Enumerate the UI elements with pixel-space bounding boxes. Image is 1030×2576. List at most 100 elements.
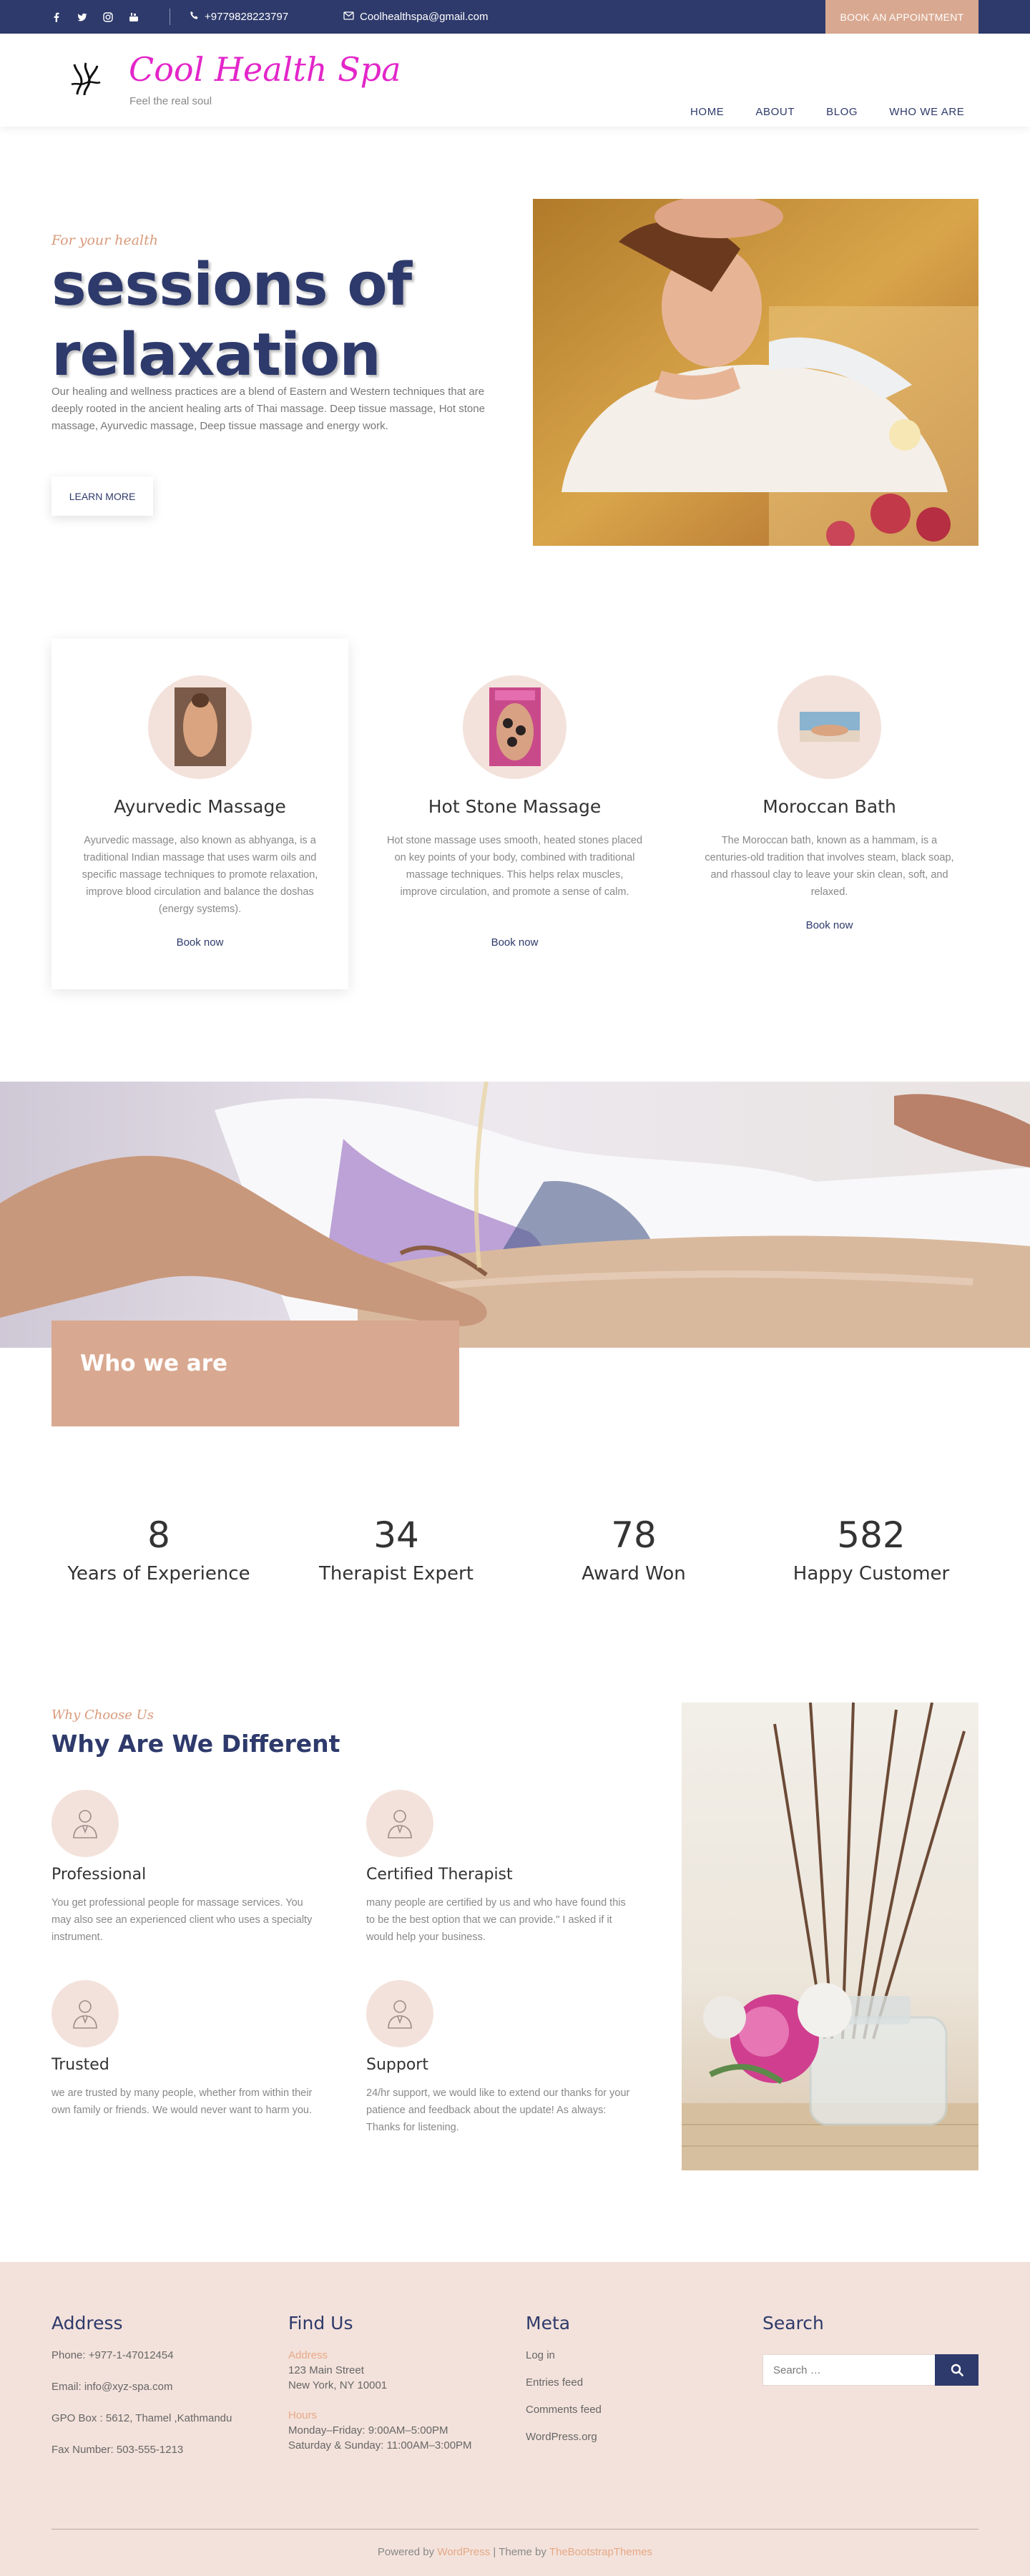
top-bar: +9779828223797 Coolhealthspa@gmail.com B… [0,0,1030,34]
stat-label: Happy Customer [793,1563,950,1585]
ayurvedic-massage-image [175,687,226,766]
reed-diffuser-image [682,1703,978,2170]
who-we-are-heading: Who we are [80,1351,228,1376]
hero-image [533,199,978,546]
copyright-prefix: Powered by [377,2546,435,2558]
footer-fax: Fax Number: 503-555-1213 [52,2444,184,2456]
meta-link-entries-feed[interactable]: Entries feed [526,2376,602,2389]
service-description: The Moroccan bath, known as a hammam, is… [705,835,954,898]
hot-stone-massage-image [489,687,541,766]
wordpress-link[interactable]: WordPress [437,2546,490,2558]
book-now-link[interactable]: Book now [366,936,663,949]
stat-value: 34 [373,1514,419,1556]
footer-search-button[interactable] [935,2354,978,2386]
footer-heading: Find Us [288,2313,353,2333]
stat-therapists: 34 Therapist Expert [278,1513,515,1585]
feature-icon-circle [52,1980,119,2047]
stat-value: 8 [147,1514,170,1556]
search-icon [951,2364,963,2376]
footer-email: Email: info@xyz-spa.com [52,2381,173,2393]
book-now-link[interactable]: Book now [52,936,348,949]
footer-address-line: 123 Main Street [288,2364,364,2376]
moroccan-bath-image [800,712,860,742]
service-title: Hot Stone Massage [428,796,602,817]
service-title: Ayurvedic Massage [114,796,286,817]
stat-customers: 582 Happy Customer [752,1513,990,1585]
stat-value: 582 [837,1514,906,1556]
stat-label: Therapist Expert [319,1563,474,1585]
feature-icon-circle [366,1790,433,1857]
instagram-icon[interactable] [103,11,113,22]
book-now-link[interactable]: Book now [681,919,978,931]
hero-title: sessions of relaxation [52,250,495,391]
topbar-phone[interactable]: +9779828223797 [190,0,288,34]
feature-title: Professional [52,1866,147,1884]
nav-item-home[interactable]: HOME [690,106,724,118]
theme-author-link[interactable]: TheBootstrapThemes [549,2546,652,2558]
footer-find-us: Find Us Address 123 Main Street New York… [288,2313,472,2452]
phone-icon [190,11,199,23]
feature-icon-circle [366,1980,433,2047]
feature-description: many people are certified by us and who … [366,1897,626,1943]
feature-title: Certified Therapist [366,1866,513,1884]
service-description: Ayurvedic massage, also known as abhyang… [82,835,318,915]
footer-heading: Meta [526,2313,571,2333]
hero-description: Our healing and wellness practices are a… [52,386,485,432]
footer-heading: Address [52,2313,123,2333]
feature-title: Trusted [52,2056,109,2074]
nav-item-about[interactable]: ABOUT [755,106,795,118]
copyright-middle: | Theme by [493,2546,546,2558]
site-tagline: Feel the real soul [129,95,212,107]
person-icon [388,2000,412,2029]
person-icon [73,1810,97,1838]
meta-link-comments-feed[interactable]: Comments feed [526,2404,602,2416]
footer-copyright: Powered by WordPress | Theme by TheBoots… [0,2546,1030,2558]
book-appointment-button[interactable]: BOOK AN APPOINTMENT [825,0,978,34]
meta-link-login[interactable]: Log in [526,2349,602,2361]
feature-title: Support [366,2056,428,2074]
topbar-email[interactable]: Coolhealthspa@gmail.com [343,0,488,34]
why-title: Why Are We Different [52,1730,340,1758]
footer-search: Search [762,2313,824,2349]
hero-title-line-2: relaxation [52,321,381,389]
envelope-icon [343,11,354,23]
stat-awards: 78 Award Won [515,1513,752,1585]
person-icon [388,1810,412,1838]
footer-phone: Phone: +977-1-47012454 [52,2349,174,2361]
feature-description: we are trusted by many people, whether f… [52,2087,313,2116]
who-we-are-box: Who we are [52,1321,459,1426]
footer-meta: Meta Log in Entries feed Comments feed W… [526,2313,602,2443]
nav-item-blog[interactable]: BLOG [826,106,858,118]
social-links [52,0,139,34]
hero-kicker: For your health [52,232,158,248]
footer-divider [52,2529,978,2530]
footer-hours-line: Saturday & Sunday: 11:00AM–3:00PM [288,2439,472,2452]
footer-address: Address Phone: +977-1-47012454 Email: in… [52,2313,232,2456]
stat-label: Award Won [582,1563,686,1585]
email-address: Coolhealthspa@gmail.com [360,11,489,23]
service-card-hot-stone: Hot Stone Massage Hot stone massage uses… [366,639,663,989]
main-nav: HOME ABOUT BLOG WHO WE ARE [690,106,964,118]
oil-massage-banner-image [0,1082,1030,1348]
facebook-icon[interactable] [52,12,62,22]
stat-label: Years of Experience [67,1563,250,1585]
feature-description: 24/hr support, we would like to extend o… [366,2087,630,2133]
twitter-icon[interactable] [77,12,87,22]
hero-title-line-1: sessions of [52,251,412,319]
site-title[interactable]: Cool Health Spa [129,50,401,89]
learn-more-button[interactable]: LEARN MORE [52,476,153,516]
footer-address-label: Address [288,2349,328,2361]
person-icon [73,2000,97,2029]
meta-link-wordpress-org[interactable]: WordPress.org [526,2431,602,2443]
footer-hours-label: Hours [288,2409,318,2421]
stat-experience: 8 Years of Experience [40,1513,278,1585]
logo-icon[interactable] [64,59,107,102]
service-description: Hot stone massage uses smooth, heated st… [386,835,643,898]
why-kicker: Why Choose Us [52,1708,154,1723]
nav-item-who-we-are[interactable]: WHO WE ARE [889,106,964,118]
youtube-icon[interactable] [129,12,139,22]
footer-search-input[interactable]: Search … [762,2354,937,2386]
feature-icon-circle [52,1790,119,1857]
footer-heading: Search [762,2313,824,2333]
service-title: Moroccan Bath [762,796,896,817]
